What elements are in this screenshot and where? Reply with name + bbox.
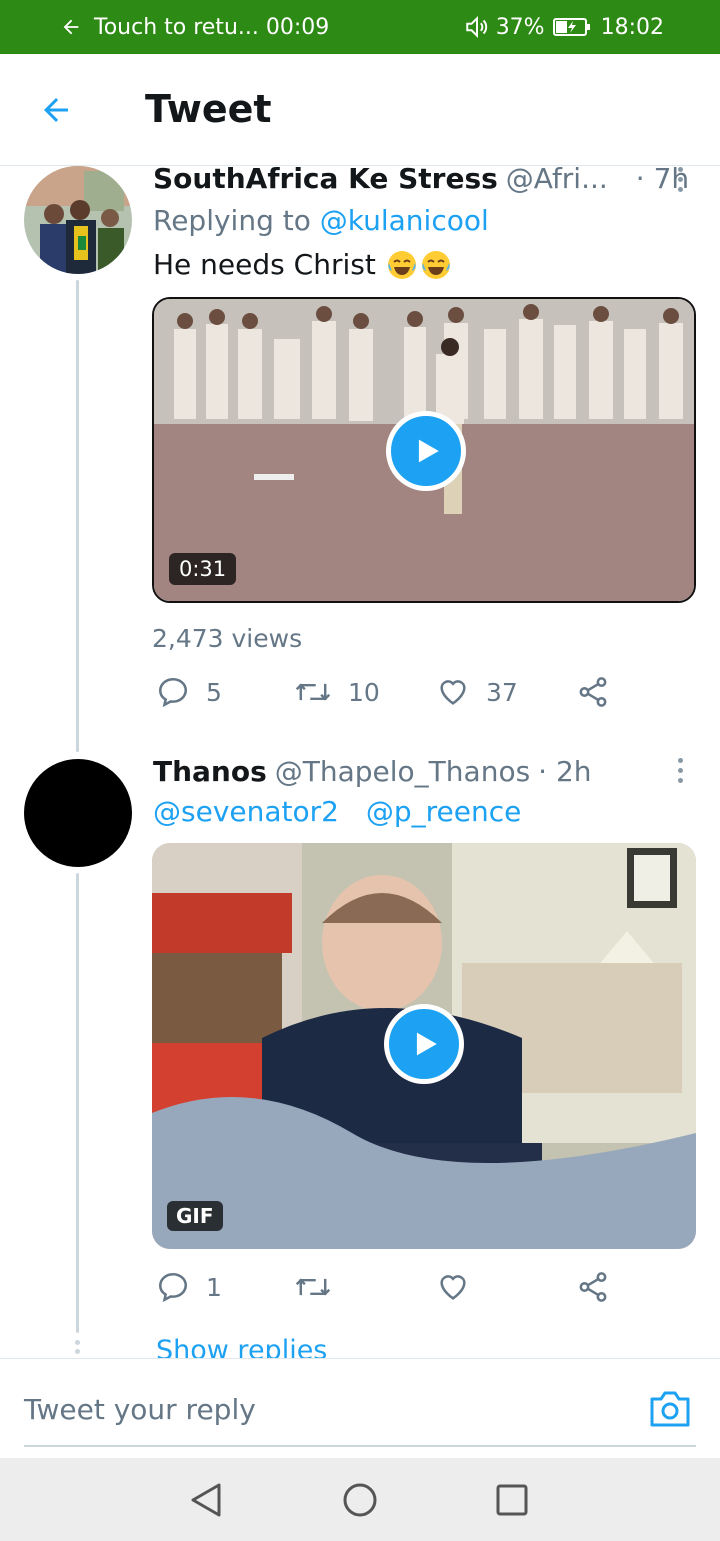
tweet-text: He needs Christ: [153, 248, 452, 281]
more-options-icon[interactable]: [675, 758, 685, 783]
heart-icon: [440, 1275, 466, 1300]
avatar[interactable]: [24, 759, 132, 867]
tweet-actions: 1: [156, 1270, 626, 1310]
like-button[interactable]: 37: [436, 675, 518, 709]
play-button[interactable]: [386, 411, 466, 491]
nav-back-button[interactable]: [186, 1480, 226, 1520]
video-duration: 0:31: [169, 553, 237, 585]
nav-recents-button[interactable]: [492, 1480, 532, 1520]
nav-home-button[interactable]: [340, 1480, 380, 1520]
heart-icon: [440, 680, 466, 705]
share-button[interactable]: [576, 1270, 626, 1304]
reply-count: 1: [206, 1272, 222, 1302]
square-recents-icon: [496, 1484, 528, 1516]
battery-percent: 37%: [495, 14, 545, 40]
system-nav-bar: [0, 1458, 720, 1541]
share-icon: [579, 1272, 607, 1302]
gif-thumbnail[interactable]: GIF: [152, 843, 696, 1249]
play-button[interactable]: [384, 1004, 464, 1084]
replying-prefix: Replying to: [153, 204, 320, 237]
avatar[interactable]: [24, 166, 132, 274]
reply-count: 5: [206, 677, 222, 707]
return-call-text: Touch to retu... 00:09: [94, 14, 330, 40]
return-to-call[interactable]: Touch to retu... 00:09: [60, 0, 329, 54]
mentions-row: @sevenator2 @p_reence: [153, 795, 521, 828]
reply-button[interactable]: 5: [156, 675, 222, 709]
reply-placeholder: Tweet your reply: [24, 1393, 256, 1426]
thread-line: [76, 873, 79, 1333]
view-count: 2,473 views: [152, 624, 303, 653]
more-options-icon[interactable]: [675, 167, 685, 192]
play-icon: [418, 439, 439, 463]
author-name[interactable]: SouthAfrica Ke Stress: [153, 162, 498, 195]
thread-line: [76, 280, 79, 752]
retweet-button[interactable]: [294, 1270, 348, 1304]
arrow-left-icon: [63, 19, 79, 35]
face-with-tears-of-joy-icon: [387, 250, 416, 279]
tweet-time: · 2h: [538, 755, 592, 788]
retweet-button[interactable]: 10: [294, 675, 380, 709]
speaker-icon: [465, 15, 487, 39]
reply-icon: [158, 677, 188, 708]
play-icon: [416, 1032, 437, 1056]
retweet-count: 10: [348, 677, 380, 707]
reply-input[interactable]: Tweet your reply: [24, 1381, 696, 1447]
avatar-photo: [24, 166, 132, 274]
page-title: Tweet: [145, 87, 272, 131]
status-bar: Touch to retu... 00:09 37% 18:02: [0, 0, 720, 54]
triangle-back-icon: [191, 1483, 221, 1517]
circle-home-icon: [343, 1483, 377, 1517]
share-button[interactable]: [576, 675, 626, 709]
retweet-icon: [295, 1278, 331, 1296]
app-header: Tweet: [0, 54, 720, 166]
replying-to: Replying to @kulanicool: [153, 204, 489, 237]
tweet-actions: 5 10 37: [156, 675, 626, 715]
like-button[interactable]: [436, 1270, 486, 1304]
like-count: 37: [486, 677, 518, 707]
mention-link[interactable]: @p_reence: [366, 795, 522, 828]
battery-charging-icon: [552, 18, 590, 36]
reply-composer: Tweet your reply: [0, 1358, 720, 1458]
clock: 18:02: [600, 14, 664, 40]
tweet-author-row: SouthAfrica Ke Stress @Afri... · 7h: [153, 162, 689, 195]
mention-link[interactable]: @kulanicool: [320, 204, 489, 237]
tweet-body: He needs Christ: [153, 248, 376, 281]
back-button[interactable]: [34, 90, 78, 130]
face-with-tears-of-joy-icon: [421, 250, 450, 279]
reply-button[interactable]: 1: [156, 1270, 222, 1304]
tweet-author-row: Thanos @Thapelo_Thanos · 2h: [153, 755, 592, 788]
mention-link[interactable]: @sevenator2: [153, 795, 339, 828]
arrow-left-icon: [44, 98, 68, 122]
author-handle[interactable]: @Thapelo_Thanos: [275, 755, 530, 788]
video-thumbnail[interactable]: 0:31: [152, 297, 696, 603]
reply-icon: [158, 1272, 188, 1303]
camera-button[interactable]: [648, 1389, 692, 1429]
gif-badge: GIF: [167, 1201, 223, 1231]
author-name[interactable]: Thanos: [153, 755, 267, 788]
share-icon: [579, 677, 607, 707]
thread-dots: [75, 1340, 80, 1354]
author-handle[interactable]: @Afri...: [506, 162, 608, 195]
status-indicators: 37% 18:02: [464, 0, 664, 54]
retweet-icon: [295, 683, 331, 701]
camera-icon: [650, 1391, 690, 1427]
